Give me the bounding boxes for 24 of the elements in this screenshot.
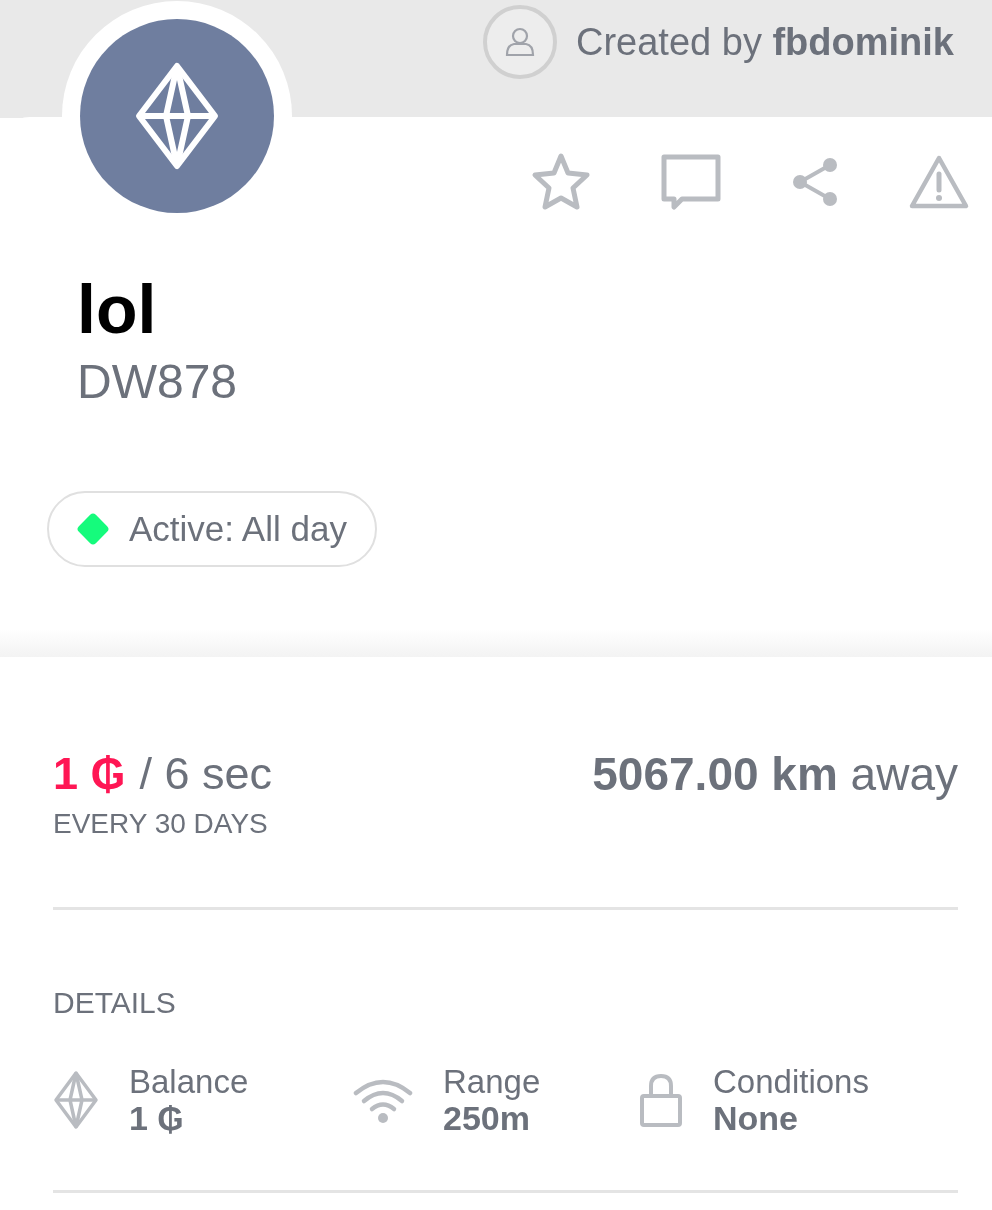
details-heading: DETAILS: [53, 986, 177, 1020]
avatar-icon: [80, 19, 274, 213]
lock-icon: [639, 1072, 683, 1128]
detail-value: 250m: [443, 1100, 530, 1136]
detail-value: None: [713, 1100, 799, 1136]
detail-label: Range: [443, 1064, 541, 1100]
detail-value: 1 ₲: [129, 1100, 185, 1136]
title: lol: [77, 270, 158, 349]
detail-label: Balance: [129, 1064, 249, 1100]
rate-amount: 1 ₲: [53, 748, 126, 799]
code: DW878: [77, 354, 239, 410]
wifi-icon: [353, 1077, 413, 1123]
user-icon[interactable]: [482, 4, 558, 80]
creator-text: Created by fbdominik: [576, 20, 954, 64]
rate-period: / 6 sec: [139, 748, 273, 799]
distance: 5067.00 km away: [592, 749, 958, 799]
rate-frequency: EVERY 30 DAYS: [53, 809, 269, 839]
comment-icon[interactable]: [660, 153, 722, 211]
star-icon[interactable]: [530, 152, 592, 212]
status-label: Active: All day: [129, 509, 347, 549]
detail-label: Conditions: [713, 1064, 869, 1100]
diamond-icon: [53, 1070, 99, 1130]
warning-icon[interactable]: [908, 154, 970, 210]
share-icon[interactable]: [790, 155, 840, 209]
